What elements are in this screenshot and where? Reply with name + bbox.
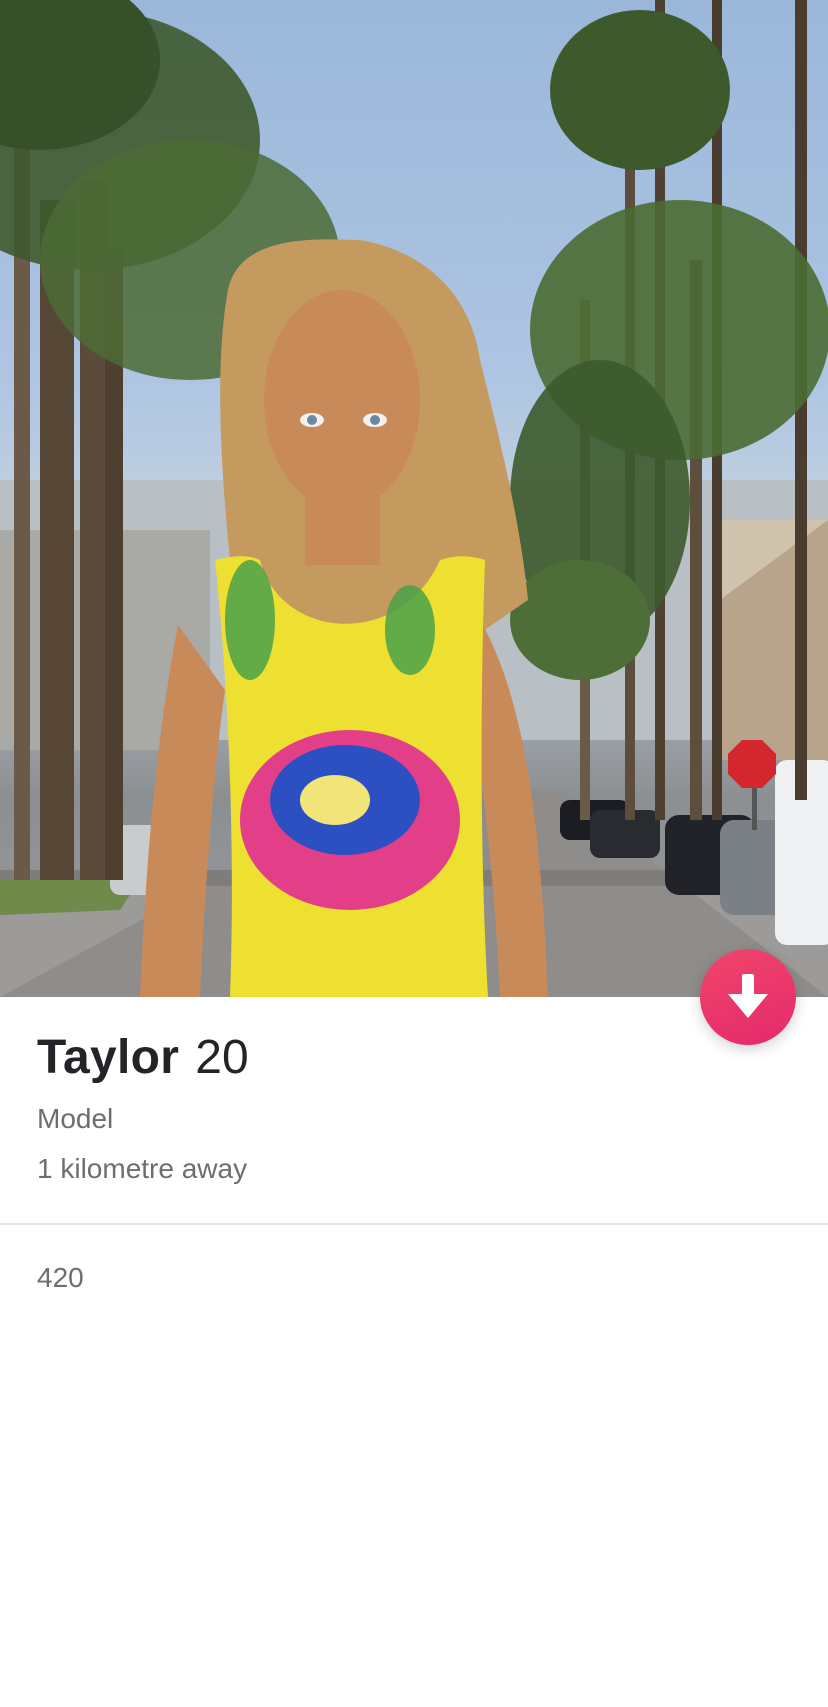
section-divider bbox=[0, 1223, 828, 1225]
name-row: Taylor 20 bbox=[37, 1030, 791, 1085]
profile-details: Taylor 20 Model 1 kilometre away bbox=[37, 1030, 791, 1185]
profile-age: 20 bbox=[195, 1031, 249, 1084]
arrow-down-icon bbox=[728, 974, 768, 1018]
profile-name: Taylor bbox=[37, 1031, 180, 1084]
profile-bio: 420 bbox=[37, 1262, 84, 1293]
profile-photo-illustration bbox=[0, 0, 828, 997]
profile-distance: 1 kilometre away bbox=[37, 1153, 248, 1184]
profile-job: Model bbox=[37, 1103, 114, 1134]
profile-photo[interactable] bbox=[0, 0, 828, 997]
